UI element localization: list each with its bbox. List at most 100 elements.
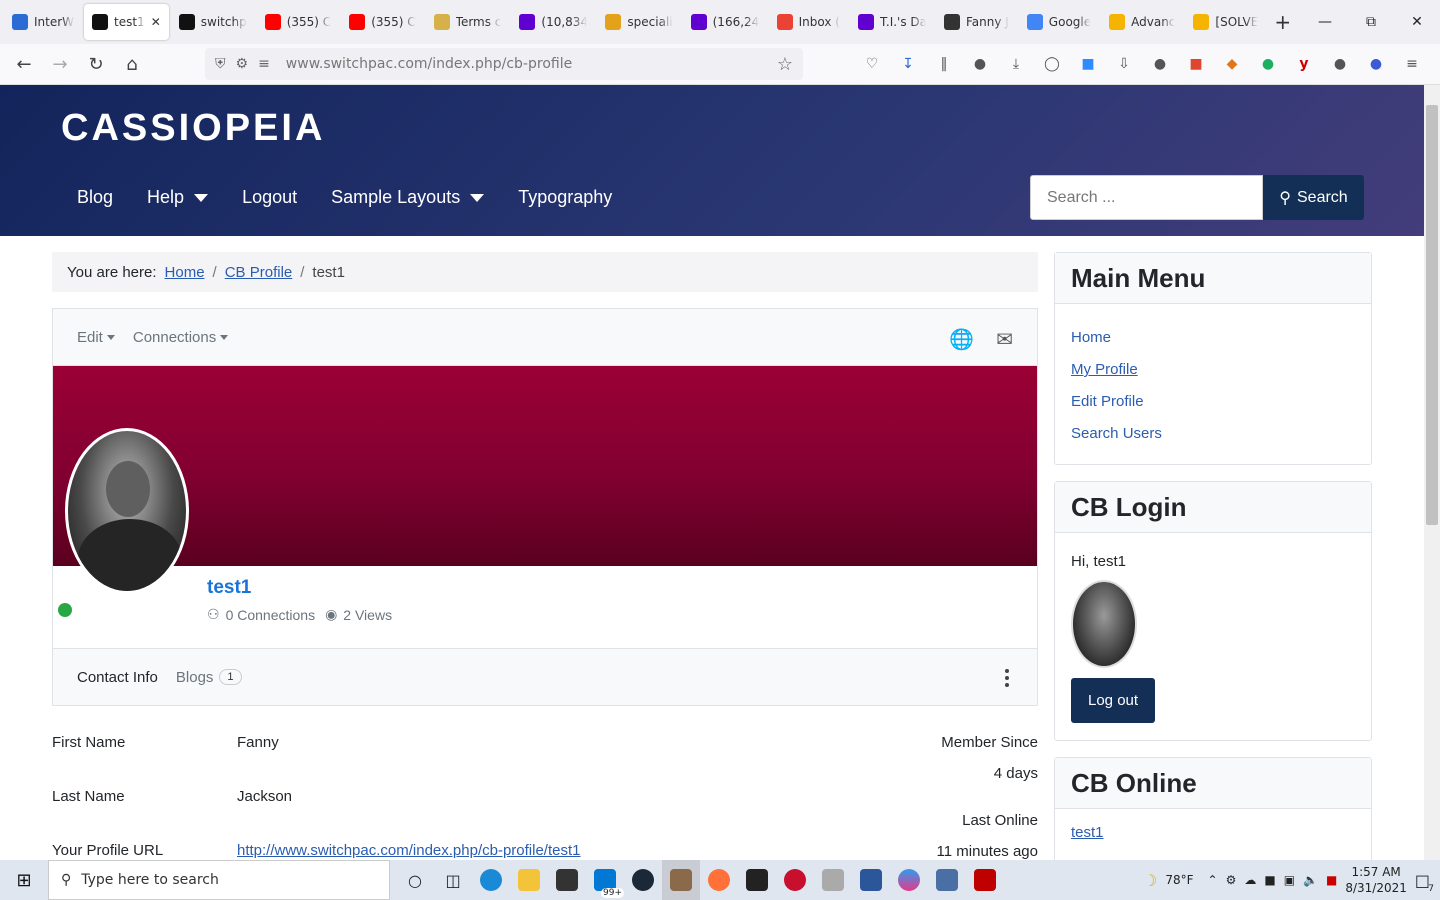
breadcrumb-cb-profile[interactable]: CB Profile — [225, 264, 293, 281]
file-explorer-icon[interactable] — [510, 860, 548, 900]
tab-blogs[interactable]: Blogs 1 — [176, 669, 242, 686]
connections-menu[interactable]: Connections — [133, 329, 229, 346]
pocket-icon[interactable]: ♡ — [860, 52, 884, 76]
browser-tab[interactable]: (166,24 — [683, 4, 767, 40]
browser-tab[interactable]: test1 ✕ — [84, 4, 169, 40]
home-icon[interactable]: ⌂ — [114, 46, 150, 82]
main-menu-item[interactable]: Home — [1071, 322, 1355, 354]
profile-avatar[interactable] — [65, 428, 189, 594]
search-input[interactable]: Search ... — [1030, 175, 1263, 220]
weather-temp[interactable]: 78°F — [1165, 873, 1193, 887]
page-scrollbar[interactable] — [1424, 85, 1440, 860]
permissions-icon[interactable]: ⚙ — [236, 56, 249, 72]
paw-extension-icon[interactable]: ● — [1148, 52, 1172, 76]
nav-item[interactable]: Sample Layouts — [314, 181, 501, 214]
notifications-icon[interactable]: □ 7 — [1415, 871, 1434, 894]
weather-icon[interactable]: ☽ — [1143, 871, 1157, 890]
store-icon[interactable] — [548, 860, 586, 900]
new-tab-button[interactable]: + — [1266, 4, 1299, 40]
menu-icon[interactable]: ≡ — [1400, 52, 1424, 76]
tracking-icon[interactable]: ≡ — [258, 56, 270, 72]
metamask-icon[interactable]: ◆ — [1220, 52, 1244, 76]
browser-tab[interactable]: (355) C — [257, 4, 339, 40]
word-icon[interactable] — [852, 860, 890, 900]
calculator-icon[interactable] — [928, 860, 966, 900]
online-user-link[interactable]: test1 — [1071, 823, 1355, 843]
nav-item[interactable]: Logout — [225, 181, 314, 214]
bookmark-star-icon[interactable]: ☆ — [777, 54, 793, 75]
yd-extension-icon[interactable]: y — [1292, 52, 1316, 76]
close-tab-icon[interactable]: ✕ — [151, 15, 161, 29]
download-helper-icon[interactable]: ⤓ — [1004, 52, 1028, 76]
browser-tab[interactable]: [SOLVE — [1185, 4, 1266, 40]
main-menu-item[interactable]: Search Users — [1071, 418, 1355, 450]
browser-tab[interactable]: (10,834 — [511, 4, 595, 40]
edit-menu[interactable]: Edit — [77, 329, 115, 346]
globe-extension-icon[interactable]: ◯ — [1040, 52, 1064, 76]
forward-icon[interactable]: → — [42, 46, 78, 82]
url-text[interactable]: www.switchpac.com/index.php/cb-profile — [286, 56, 572, 72]
profile-url-link[interactable]: http://www.switchpac.com/index.php/cb-pr… — [237, 842, 581, 859]
browser-tab[interactable]: (355) C — [341, 4, 423, 40]
mail-icon[interactable]: 99+ — [586, 860, 624, 900]
tray-app-icon[interactable]: ⚙ — [1226, 873, 1237, 887]
pdf-extension-icon[interactable]: ■ — [1184, 52, 1208, 76]
clock[interactable]: 1:57 AM 8/31/2021 — [1345, 864, 1407, 896]
logout-button[interactable]: Log out — [1071, 678, 1156, 723]
main-menu-item[interactable]: My Profile — [1071, 354, 1355, 386]
login-avatar[interactable] — [1071, 580, 1137, 668]
nav-item[interactable]: Blog — [60, 181, 130, 214]
browser-tab[interactable]: Advanc — [1101, 4, 1183, 40]
restore-icon[interactable]: ⧉ — [1348, 0, 1394, 44]
library-icon[interactable]: ‖ — [932, 52, 956, 76]
scrollbar-thumb[interactable] — [1426, 105, 1438, 525]
browser-tab[interactable]: Inbox ( — [769, 4, 848, 40]
nav-item[interactable]: Typography — [501, 181, 629, 214]
more-options-icon[interactable] — [1005, 669, 1009, 687]
firefox-icon[interactable] — [700, 860, 738, 900]
security-icon[interactable]: ■ — [1264, 873, 1275, 887]
browser-tab[interactable]: Terms c — [426, 4, 510, 40]
globe-icon[interactable]: 🌐 — [949, 327, 974, 352]
gimp-icon[interactable] — [662, 860, 700, 900]
shield-icon[interactable]: ⛨ — [215, 56, 226, 72]
taskbar-search[interactable]: ⚲ Type here to search — [48, 860, 390, 900]
url-bar[interactable]: ⛨ ⚙ ≡ www.switchpac.com/index.php/cb-pro… — [205, 48, 803, 80]
browser-tab[interactable]: Fanny J — [936, 4, 1017, 40]
minimize-icon[interactable]: — — [1302, 0, 1348, 44]
search-button[interactable]: ⚲ Search — [1263, 175, 1364, 220]
poker-icon[interactable] — [776, 860, 814, 900]
reload-icon[interactable]: ↻ — [78, 46, 114, 82]
cortana-icon[interactable]: ○ — [396, 860, 434, 900]
downloads-icon[interactable]: ↧ — [896, 52, 920, 76]
network-icon[interactable]: ▣ — [1284, 873, 1295, 887]
back-icon[interactable]: ← — [6, 46, 42, 82]
windows-start-icon[interactable]: ⊞ — [0, 860, 48, 900]
envelope-icon[interactable]: ✉ — [996, 327, 1013, 352]
close-window-icon[interactable]: ✕ — [1394, 0, 1440, 44]
photos-icon[interactable] — [814, 860, 852, 900]
browser-tab[interactable]: switchp — [171, 4, 255, 40]
terminal-icon[interactable] — [738, 860, 776, 900]
nav-item[interactable]: Help — [130, 181, 225, 214]
edge-icon[interactable] — [472, 860, 510, 900]
update-icon[interactable]: ■ — [1326, 873, 1337, 887]
profile-username[interactable]: test1 — [207, 577, 251, 599]
extension-icon[interactable]: ● — [968, 52, 992, 76]
browser-tab[interactable]: T.I.'s Da — [850, 4, 934, 40]
filezilla-icon[interactable] — [966, 860, 1004, 900]
main-menu-item[interactable]: Edit Profile — [1071, 386, 1355, 418]
steam-icon[interactable] — [624, 860, 662, 900]
vpn-extension-icon[interactable]: ● — [1364, 52, 1388, 76]
breadcrumb-home[interactable]: Home — [165, 264, 205, 281]
download-circle-icon[interactable]: ⇩ — [1112, 52, 1136, 76]
browser-tab[interactable]: speciali — [597, 4, 680, 40]
chevron-up-icon[interactable]: ⌃ — [1208, 873, 1218, 887]
task-view-icon[interactable]: ◫ — [434, 860, 472, 900]
browser-tab[interactable]: InterW — [4, 4, 82, 40]
paint3d-icon[interactable] — [890, 860, 928, 900]
zoom-extension-icon[interactable]: ■ — [1076, 52, 1100, 76]
github-icon[interactable]: ● — [1328, 52, 1352, 76]
site-brand[interactable]: CASSIOPEIA — [61, 107, 325, 150]
volume-icon[interactable]: 🔈 — [1303, 873, 1318, 887]
